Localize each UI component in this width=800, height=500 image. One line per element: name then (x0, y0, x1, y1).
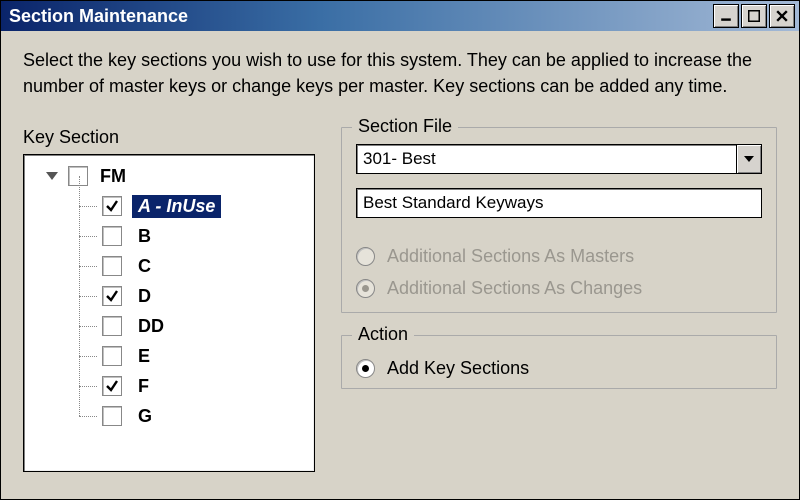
section-file-legend: Section File (352, 116, 458, 137)
dropdown-arrow-button[interactable] (737, 144, 762, 174)
tree-item-checkbox[interactable] (102, 226, 122, 246)
tree-item-checkbox[interactable] (102, 346, 122, 366)
maximize-button[interactable] (741, 4, 767, 28)
tree-item-checkbox[interactable] (102, 406, 122, 426)
radio-changes-label: Additional Sections As Changes (387, 278, 642, 299)
tree-item[interactable]: E (74, 341, 310, 371)
tree-item[interactable]: C (74, 251, 310, 281)
window-controls (713, 4, 795, 28)
key-section-panel: Key Section FM A - InUseBCDDDEFG (23, 127, 315, 472)
tree-item[interactable]: B (74, 221, 310, 251)
radio-add-row[interactable]: Add Key Sections (356, 352, 762, 384)
radio-masters (356, 247, 375, 266)
tree-item-label: D (132, 285, 157, 308)
radio-add-label: Add Key Sections (387, 358, 529, 379)
section-file-dropdown[interactable]: 301- Best (356, 144, 762, 174)
tree-item-label: G (132, 405, 158, 428)
tree-item-checkbox[interactable] (102, 286, 122, 306)
columns: Key Section FM A - InUseBCDDDEFG Section (23, 127, 777, 472)
action-group: Action Add Key Sections (341, 335, 777, 389)
window-title: Section Maintenance (9, 6, 188, 27)
key-section-label: Key Section (23, 127, 315, 148)
window-body: Select the key sections you wish to use … (1, 31, 799, 499)
section-file-dropdown-value: 301- Best (356, 144, 737, 174)
tree-item-label: F (132, 375, 155, 398)
tree-item[interactable]: A - InUse (74, 191, 310, 221)
tree-item[interactable]: G (74, 401, 310, 431)
radio-changes (356, 279, 375, 298)
tree-item[interactable]: F (74, 371, 310, 401)
tree-item-label: A - InUse (132, 195, 221, 218)
minimize-button[interactable] (713, 4, 739, 28)
key-section-tree[interactable]: FM A - InUseBCDDDEFG (23, 154, 315, 472)
close-button[interactable] (769, 4, 795, 28)
tree-item-label: C (132, 255, 157, 278)
expand-collapse-icon[interactable] (46, 172, 58, 180)
tree-item[interactable]: DD (74, 311, 310, 341)
tree-item-label: E (132, 345, 156, 368)
tree-root-row[interactable]: FM (46, 161, 310, 191)
tree-item-label: B (132, 225, 157, 248)
tree-children: A - InUseBCDDDEFG (74, 191, 310, 431)
tree-item-checkbox[interactable] (102, 316, 122, 336)
instructions-text: Select the key sections you wish to use … (23, 47, 777, 99)
action-legend: Action (352, 324, 414, 345)
radio-changes-row: Additional Sections As Changes (356, 272, 762, 304)
window: Section Maintenance Select the key secti… (0, 0, 800, 500)
section-file-textbox[interactable]: Best Standard Keyways (356, 188, 762, 218)
radio-masters-label: Additional Sections As Masters (387, 246, 634, 267)
tree-item-checkbox[interactable] (102, 256, 122, 276)
section-file-group: Section File 301- Best Best Standard Key… (341, 127, 777, 313)
tree-item-checkbox[interactable] (102, 196, 122, 216)
tree-item[interactable]: D (74, 281, 310, 311)
root-label: FM (100, 166, 126, 187)
tree-item-label: DD (132, 315, 170, 338)
titlebar: Section Maintenance (1, 1, 799, 31)
tree-item-checkbox[interactable] (102, 376, 122, 396)
right-column: Section File 301- Best Best Standard Key… (341, 127, 777, 472)
radio-masters-row: Additional Sections As Masters (356, 240, 762, 272)
radio-add[interactable] (356, 359, 375, 378)
root-checkbox[interactable] (68, 166, 88, 186)
